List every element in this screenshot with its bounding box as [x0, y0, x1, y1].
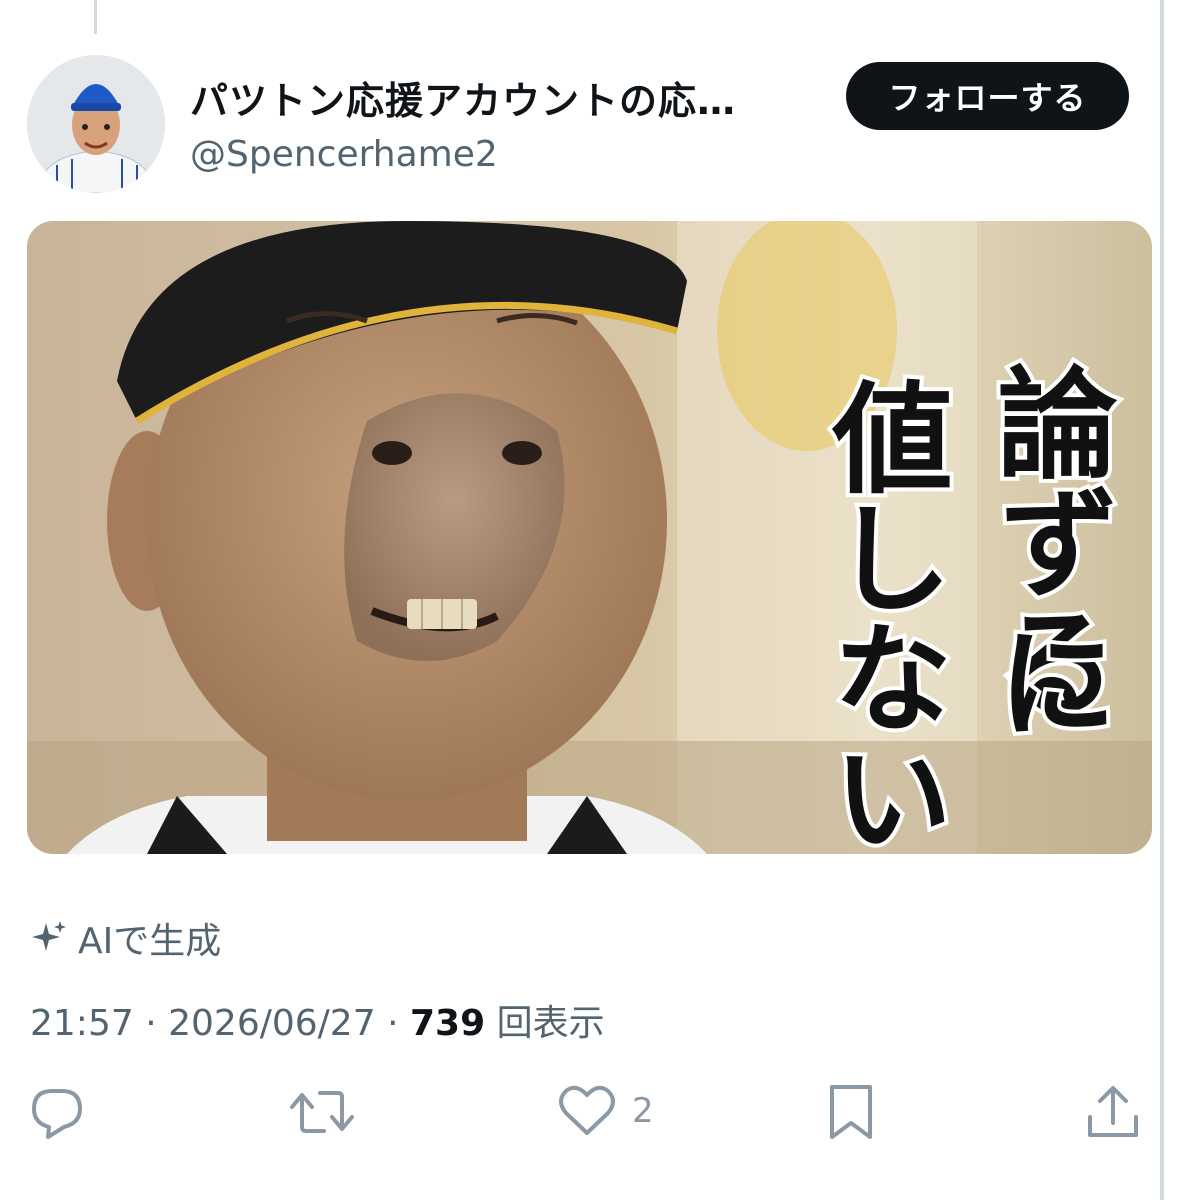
- meta-separator: ·: [387, 1003, 399, 1044]
- user-handle[interactable]: @Spencerhame2: [190, 134, 498, 175]
- heart-icon: [559, 1085, 615, 1135]
- share-icon: [1088, 1086, 1138, 1137]
- thread-connector-line: [94, 0, 97, 34]
- tweet-media-image[interactable]: 論ずる に 値しない: [27, 221, 1152, 854]
- avatar-image: [27, 55, 165, 193]
- tweet-meta: 21:57 · 2026/06/27 · 739 回表示: [30, 994, 605, 1046]
- display-name[interactable]: パツトン応援アカウントの応…: [190, 70, 736, 125]
- bookmark-icon: [830, 1085, 872, 1139]
- tweet-date[interactable]: 2026/06/27: [168, 1003, 376, 1044]
- like-button[interactable]: 2: [556, 1083, 654, 1139]
- like-count: 2: [632, 1091, 654, 1131]
- reply-icon: [32, 1089, 82, 1139]
- sparkle-icon: [32, 921, 66, 951]
- reply-button[interactable]: [28, 1083, 100, 1141]
- media-illustration: 論ずる に 値しない: [27, 221, 1152, 854]
- views-count: 739: [409, 1003, 486, 1044]
- ai-generated-label: AIで生成: [30, 912, 221, 964]
- tweet-action-bar: 2: [0, 1083, 1160, 1163]
- views-label: 回表示: [496, 1003, 605, 1044]
- follow-button[interactable]: フォローする: [846, 62, 1129, 130]
- ai-label-text: AIで生成: [78, 921, 222, 962]
- media-caption-line2: に: [977, 621, 1118, 741]
- media-caption-line3: 値しない: [812, 376, 954, 854]
- retweet-button[interactable]: [290, 1083, 368, 1141]
- avatar[interactable]: [27, 55, 165, 193]
- column-divider: [1160, 0, 1164, 1200]
- meta-separator: ·: [145, 1003, 157, 1044]
- bookmark-button[interactable]: [826, 1083, 890, 1141]
- tweet-time[interactable]: 21:57: [30, 1003, 134, 1044]
- share-button[interactable]: [1086, 1083, 1140, 1141]
- retweet-icon: [290, 1091, 354, 1133]
